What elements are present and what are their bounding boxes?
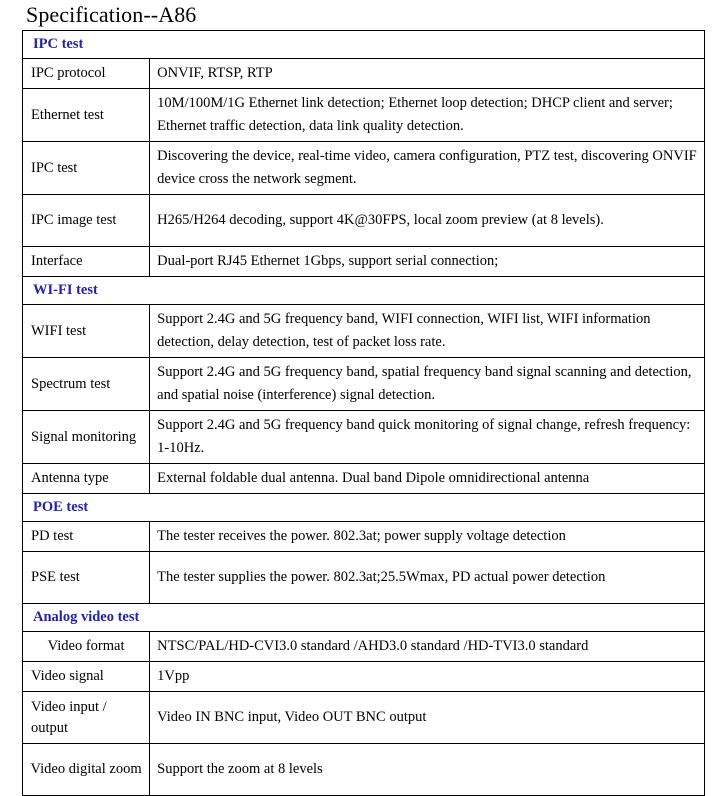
section-header-row: IPC test xyxy=(22,30,705,59)
parameter-label: IPC test xyxy=(31,159,78,176)
parameter-label-cell: Antenna type xyxy=(21,463,151,494)
table-row: PSE test The tester supplies the power. 8… xyxy=(21,551,705,604)
parameter-label-cell: WIFI test xyxy=(21,304,151,358)
parameter-label-cell: IPC protocol xyxy=(21,58,151,89)
parameter-label: Interface xyxy=(31,253,83,269)
parameter-label: Antenna type xyxy=(31,470,109,486)
parameter-value: H265/H264 decoding, support 4K@30FPS, lo… xyxy=(157,212,604,228)
table-row: IPC test Discovering the device, real-tim… xyxy=(21,141,705,195)
parameter-value-cell: Support 2.4G and 5G frequency band quick… xyxy=(149,410,705,464)
parameter-label: Video input / output xyxy=(31,698,107,736)
specification-table: IPC test IPC protocol ONVIF, RTSP, RTP Ethe… xyxy=(21,30,705,796)
parameter-value: Support 2.4G and 5G frequency band, WIFI… xyxy=(157,311,651,350)
parameter-value-cell: 1Vpp xyxy=(149,661,705,692)
parameter-value-cell: Support 2.4G and 5G frequency band, spat… xyxy=(149,357,705,411)
table-row: Video digital zoom Support the zoom at 8 … xyxy=(21,743,705,796)
table-row: Video input / output Video IN BNC input, … xyxy=(21,691,705,744)
parameter-value: 10M/100M/1G Ethernet link detection; Eth… xyxy=(157,95,673,134)
parameter-value-cell: NTSC/PAL/HD-CVI3.0 standard /AHD3.0 stan… xyxy=(149,631,705,662)
parameter-value-cell: ONVIF, RTSP, RTP xyxy=(149,58,705,89)
section-header-label: POE test xyxy=(33,499,89,515)
parameter-label: Ethernet test xyxy=(31,106,104,123)
parameter-value-cell: External foldable dual antenna. Dual ban… xyxy=(149,463,705,494)
specification-page: Specification--A86 IPC test IPC protocol O… xyxy=(0,0,714,796)
table-row: IPC image test H265/H264 decoding, suppor… xyxy=(21,194,705,247)
section-header-row: WI-FI test xyxy=(22,276,705,305)
parameter-value: External foldable dual antenna. Dual ban… xyxy=(157,470,590,486)
parameter-label: IPC protocol xyxy=(31,65,106,81)
section-header-label: Analog video test xyxy=(33,609,140,625)
parameter-value-cell: H265/H264 decoding, support 4K@30FPS, lo… xyxy=(149,194,705,247)
parameter-label: Signal monitoring xyxy=(31,428,137,445)
page-title: Specification--A86 xyxy=(26,2,197,27)
section-header-row: Analog video test xyxy=(22,603,705,632)
table-row: PD test The tester receives the power. 80… xyxy=(21,521,705,552)
parameter-label-cell: Video digital zoom xyxy=(21,743,151,796)
parameter-value-cell: Video IN BNC input, Video OUT BNC output xyxy=(149,691,705,744)
section-header-row: POE test xyxy=(22,493,705,522)
parameter-label-cell: PD test xyxy=(21,521,151,552)
parameter-value: Discovering the device, real-time video,… xyxy=(157,148,697,187)
parameter-label-cell: Video format xyxy=(21,631,151,662)
parameter-label-cell: PSE test xyxy=(21,551,151,604)
parameter-value-cell: Support the zoom at 8 levels xyxy=(149,743,705,796)
parameter-label-cell: Ethernet test xyxy=(21,88,151,142)
parameter-label-cell: Video signal xyxy=(21,661,151,692)
parameter-label: Video format xyxy=(47,638,125,654)
parameter-value: The tester receives the power. 802.3at; … xyxy=(157,528,566,544)
parameter-value: ONVIF, RTSP, RTP xyxy=(157,65,273,81)
parameter-value: 1Vpp xyxy=(157,668,190,684)
parameter-value-cell: The tester receives the power. 802.3at; … xyxy=(149,521,705,552)
parameter-value-cell: Support 2.4G and 5G frequency band, WIFI… xyxy=(149,304,705,358)
section-header-cell: IPC test xyxy=(22,30,705,59)
parameter-value-cell: The tester supplies the power. 802.3at;2… xyxy=(149,551,705,604)
parameter-value-cell: 10M/100M/1G Ethernet link detection; Eth… xyxy=(149,88,705,142)
parameter-value: Support the zoom at 8 levels xyxy=(157,761,323,777)
parameter-label-cell: IPC image test xyxy=(21,194,151,247)
parameter-label-cell: Spectrum test xyxy=(21,357,151,411)
section-header-label: WI-FI test xyxy=(33,282,98,298)
parameter-value: NTSC/PAL/HD-CVI3.0 standard /AHD3.0 stan… xyxy=(157,638,589,654)
table-row: Video signal 1Vpp xyxy=(21,661,705,692)
section-header-cell: Analog video test xyxy=(22,603,705,632)
parameter-label: WIFI test xyxy=(31,322,87,339)
parameter-label: Spectrum test xyxy=(31,375,111,392)
parameter-label: PSE test xyxy=(31,569,80,585)
table-row: Signal monitoring Support 2.4G and 5G fre… xyxy=(21,410,705,464)
parameter-label-cell: Interface xyxy=(21,246,151,277)
table-row: Antenna type External foldable dual anten… xyxy=(21,463,705,494)
parameter-value: Video IN BNC input, Video OUT BNC output xyxy=(157,709,427,725)
table-row: Ethernet test 10M/100M/1G Ethernet link d… xyxy=(21,88,705,142)
parameter-label-cell: Video input / output xyxy=(21,691,151,744)
parameter-value: Dual-port RJ45 Ethernet 1Gbps, support s… xyxy=(157,253,499,269)
specification-table-body: IPC test IPC protocol ONVIF, RTSP, RTP Ethe… xyxy=(21,30,705,796)
table-row: Spectrum test Support 2.4G and 5G frequen… xyxy=(21,357,705,411)
parameter-label: Video signal xyxy=(31,668,104,684)
table-row: Video format NTSC/PAL/HD-CVI3.0 standard … xyxy=(21,631,705,662)
parameter-label: Video digital zoom xyxy=(30,761,142,777)
section-header-label: IPC test xyxy=(33,36,84,52)
parameter-value: Support 2.4G and 5G frequency band quick… xyxy=(157,417,691,456)
section-header-cell: POE test xyxy=(22,493,705,522)
parameter-value-cell: Discovering the device, real-time video,… xyxy=(149,141,705,195)
parameter-label: IPC image test xyxy=(31,212,117,228)
parameter-label-cell: IPC test xyxy=(21,141,151,195)
parameter-value: Support 2.4G and 5G frequency band, spat… xyxy=(157,364,692,403)
table-row: Interface Dual-port RJ45 Ethernet 1Gbps, … xyxy=(21,246,705,277)
table-row: WIFI test Support 2.4G and 5G frequency b… xyxy=(21,304,705,358)
parameter-label-cell: Signal monitoring xyxy=(21,410,151,464)
parameter-value: The tester supplies the power. 802.3at;2… xyxy=(157,569,606,585)
parameter-value-cell: Dual-port RJ45 Ethernet 1Gbps, support s… xyxy=(149,246,705,277)
section-header-cell: WI-FI test xyxy=(22,276,705,305)
parameter-label: PD test xyxy=(31,528,74,544)
table-row: IPC protocol ONVIF, RTSP, RTP xyxy=(21,58,705,89)
